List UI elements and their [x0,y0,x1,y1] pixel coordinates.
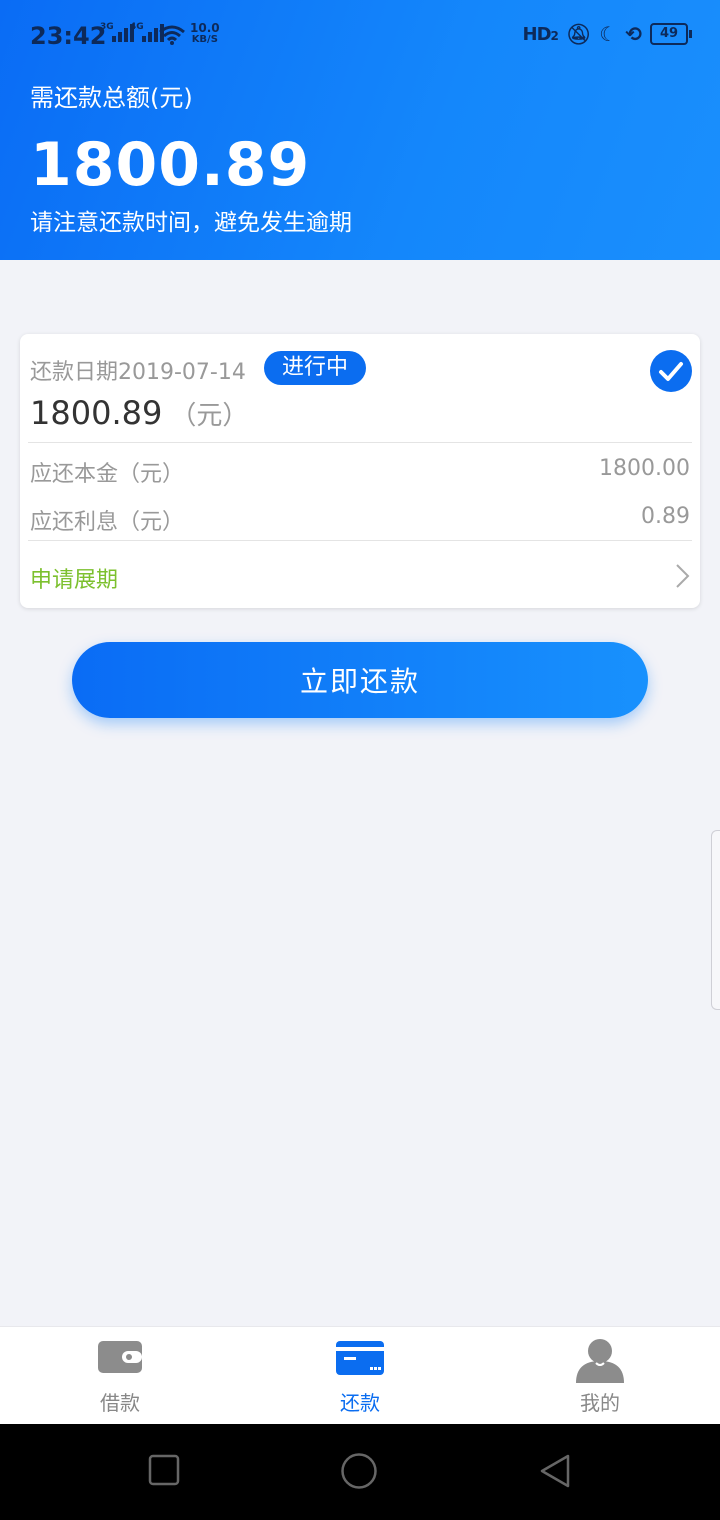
overdue-note: 请注意还款时间，避免发生逾期 [30,210,352,236]
card-icon [336,1341,384,1375]
tab-bar: 借款 还款 我的 [0,1326,720,1425]
home-icon[interactable] [340,1452,378,1490]
signal-3g-icon: 3G [100,22,134,42]
amount-unit: （元） [170,401,249,431]
person-icon [576,1339,624,1383]
back-icon[interactable] [538,1454,574,1490]
card-amount: 1800.89 （元） [30,394,249,432]
interest-value: 0.89 [641,504,690,529]
net-speed: 10.0 KB/S [190,21,220,45]
repayment-card[interactable]: 还款日期2019-07-14 进行中 1800.89 （元） 应还本金（元） 18… [20,334,700,608]
divider [28,540,692,541]
hd-icon: HD2 [522,23,559,45]
battery-icon: 49 [650,23,692,45]
chevron-right-icon[interactable] [672,562,692,590]
status-bar: 23:42 3G 4G 10.0 KB/S HD2 🔕︎ ☾ ⟲ 49 [0,0,720,72]
total-amount: 1800.89 [30,130,311,200]
wifi-icon [159,25,185,45]
apply-extension-link[interactable]: 申请展期 [30,562,118,594]
interest-label: 应还利息（元） [30,510,185,535]
due-date: 还款日期2019-07-14 [30,360,246,385]
check-circle-icon[interactable] [650,350,692,392]
tab-mine[interactable]: 我的 [540,1327,660,1425]
status-time: 23:42 [30,22,107,50]
repay-now-button[interactable]: 立即还款 [72,642,648,718]
tab-repay[interactable]: 还款 [300,1327,420,1425]
rotation-lock-icon: ⟲ [625,22,642,46]
principal-value: 1800.00 [599,456,690,481]
divider [28,442,692,443]
bell-off-icon: 🔕︎ [565,22,592,46]
system-nav-bar [0,1424,720,1520]
principal-label: 应还本金（元） [30,462,185,487]
tab-borrow[interactable]: 借款 [60,1327,180,1425]
status-badge: 进行中 [264,351,367,385]
wallet-icon [98,1341,142,1373]
side-drawer-handle[interactable] [711,830,720,1010]
moon-icon: ☾ [599,22,618,46]
total-label: 需还款总额(元) [30,84,193,112]
recent-apps-icon[interactable] [148,1454,180,1486]
header: 23:42 3G 4G 10.0 KB/S HD2 🔕︎ ☾ ⟲ 49 需还款总… [0,0,720,260]
